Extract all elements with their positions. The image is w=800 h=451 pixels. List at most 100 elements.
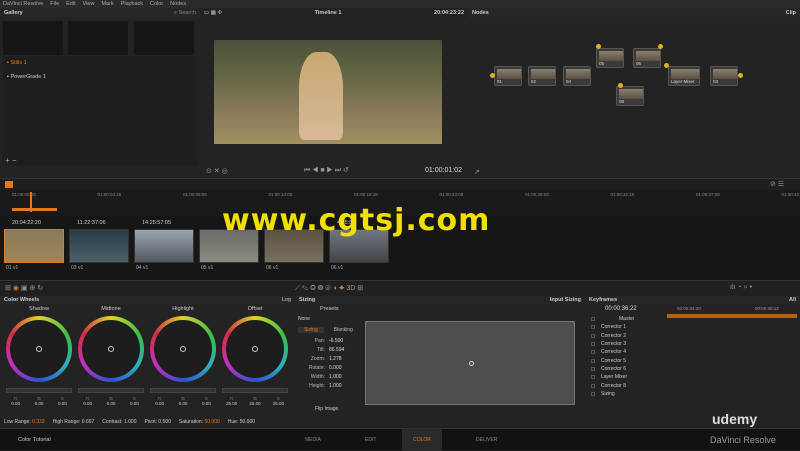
viewer-tools[interactable]: ▭ ▦ ✣ xyxy=(204,10,222,16)
gallery-search[interactable]: ⌕ Search xyxy=(174,10,196,17)
tab-sizing[interactable]: Sizing xyxy=(298,327,324,333)
viewer-mode-icon[interactable]: ⊙ ✕ ◎ xyxy=(206,167,228,175)
wheel-control[interactable] xyxy=(150,316,216,382)
wheel-value-g[interactable]: 0.00 xyxy=(107,401,116,406)
keyframe-toggle-icon[interactable] xyxy=(591,334,595,338)
high-range[interactable]: High Range: 0.667 xyxy=(53,419,95,425)
keyframe-toggle-icon[interactable] xyxy=(591,367,595,371)
gallery-still-slot[interactable] xyxy=(68,21,128,55)
node-08[interactable]: 08 xyxy=(616,86,644,106)
node-tool-icon[interactable]: ↗ xyxy=(474,168,480,176)
keyframe-row[interactable]: Layer Mixer xyxy=(591,373,666,381)
menu-view[interactable]: View xyxy=(83,1,95,7)
node-01[interactable]: 01 xyxy=(494,66,522,86)
clip-thumbnail[interactable]: 20:04:22:2001 v1 xyxy=(4,229,64,263)
page-media[interactable]: MEDIA xyxy=(305,437,321,443)
sizing-field-value[interactable]: 1.278 xyxy=(329,356,342,362)
wheel-center-handle[interactable] xyxy=(108,346,114,352)
keyframe-row[interactable]: Corrector 6 xyxy=(591,365,666,373)
palette-tools-mid[interactable]: ⟋ ✎ ◎ ◍ ⊚ ◑ ✦ 3D ⊞ xyxy=(295,284,363,293)
wheel-slider[interactable] xyxy=(6,388,72,393)
wheel-slider[interactable] xyxy=(222,388,288,393)
sizing-field[interactable]: Height:1.000 xyxy=(295,383,365,392)
node-05[interactable]: 05 xyxy=(596,48,624,68)
saturation[interactable]: Saturation: 50.000 xyxy=(179,419,220,425)
keyframe-toggle-icon[interactable] xyxy=(591,384,595,388)
keyframe-row[interactable]: Master xyxy=(591,315,666,323)
pivot[interactable]: Pivot: 0.500 xyxy=(144,419,170,425)
clip-thumbnail[interactable]: 11:22:37:0603 v1 xyxy=(69,229,129,263)
keyframe-row[interactable]: Corrector 4 xyxy=(591,348,666,356)
keyframe-toggle-icon[interactable] xyxy=(591,375,595,379)
node-06[interactable]: 06 xyxy=(633,48,661,68)
keyframe-toggle-icon[interactable] xyxy=(591,392,595,396)
wheel-value-b[interactable]: 25.00 xyxy=(273,401,284,406)
wheel-slider[interactable] xyxy=(78,388,144,393)
sizing-field[interactable]: Width:1.000 xyxy=(295,374,365,383)
sizing-field[interactable]: Pan:-6.500 xyxy=(295,338,365,347)
keyframe-row[interactable]: Corrector 3 xyxy=(591,340,666,348)
contrast[interactable]: Contrast: 1.000 xyxy=(102,419,136,425)
sizing-center-handle[interactable] xyxy=(469,361,474,366)
hue[interactable]: Hue: 50.000 xyxy=(228,419,255,425)
wheel-value-g[interactable]: 0.00 xyxy=(179,401,188,406)
sizing-field[interactable]: Rotate:0.000 xyxy=(295,365,365,374)
wheel-control[interactable] xyxy=(78,316,144,382)
playhead[interactable] xyxy=(30,192,32,212)
wheel-value-r[interactable]: 0.00 xyxy=(155,401,164,406)
timeline-thumb-toggle-icon[interactable] xyxy=(5,181,13,188)
menu-color[interactable]: Color xyxy=(150,1,163,7)
menu-mark[interactable]: Mark xyxy=(101,1,113,7)
sizing-field-value[interactable]: 1.000 xyxy=(329,383,342,389)
keyframes-filter[interactable]: All xyxy=(789,297,796,303)
palette-tools-right[interactable]: ılı ◔ ⌕ ▾ xyxy=(730,284,752,292)
palette-tools-left[interactable]: ⊞ ◉ ▣ ⊕ ↻ xyxy=(5,284,43,292)
wheel-center-handle[interactable] xyxy=(252,346,258,352)
keyframe-toggle-icon[interactable] xyxy=(591,317,595,321)
wheel-center-handle[interactable] xyxy=(180,346,186,352)
node-02[interactable]: 02 xyxy=(528,66,556,86)
menu-file[interactable]: File xyxy=(50,1,59,7)
wheel-value-r[interactable]: 25.00 xyxy=(226,401,237,406)
page-deliver[interactable]: DELIVER xyxy=(476,437,497,443)
transport-controls[interactable]: ⏮ ◀ ■ ▶ ⏭ ↺ xyxy=(304,166,349,175)
keyframe-row[interactable]: Sizing xyxy=(591,390,666,398)
gallery-still-slot[interactable] xyxy=(134,21,194,55)
sizing-field[interactable]: Zoom:1.278 xyxy=(295,356,365,365)
sizing-field-value[interactable]: -6.500 xyxy=(329,338,343,344)
wheel-value-b[interactable]: 0.00 xyxy=(202,401,211,406)
sizing-field[interactable]: Tilt:86.594 xyxy=(295,347,365,356)
wheel-control[interactable] xyxy=(6,316,72,382)
low-range[interactable]: Low Range: 0.333 xyxy=(4,419,45,425)
timeline-name[interactable]: Timeline 1 xyxy=(315,10,342,16)
timeline-settings-icon[interactable]: ⊘ ☰ xyxy=(770,180,784,188)
wheel-control[interactable] xyxy=(222,316,288,382)
tab-blanking[interactable]: Blanking xyxy=(334,327,353,333)
keyframe-toggle-icon[interactable] xyxy=(591,342,595,346)
keyframe-row[interactable]: Corrector 8 xyxy=(591,381,666,389)
sizing-field-value[interactable]: 1.000 xyxy=(329,374,342,380)
keyframe-row[interactable]: Corrector 1 xyxy=(591,323,666,331)
page-edit[interactable]: EDIT xyxy=(365,437,376,443)
node-03[interactable]: 03 xyxy=(710,66,738,86)
album-powergrade-1[interactable]: ▪ PowerGrade 1 xyxy=(3,70,197,84)
clip-thumbnail[interactable]: 14:25:57:0504 v1 xyxy=(134,229,194,263)
gallery-still-slot[interactable] xyxy=(3,21,63,55)
wheel-value-b[interactable]: 0.00 xyxy=(130,401,139,406)
node-layer-mixer[interactable]: Layer Mixer xyxy=(668,66,700,86)
page-color[interactable]: COLOR xyxy=(402,429,442,451)
keyframe-toggle-icon[interactable] xyxy=(591,350,595,354)
wheel-slider[interactable] xyxy=(150,388,216,393)
sizing-preview[interactable] xyxy=(365,321,575,405)
nodes-clip-mode[interactable]: Clip xyxy=(786,10,796,16)
wheel-value-g[interactable]: 0.00 xyxy=(35,401,44,406)
node-04[interactable]: 04 xyxy=(563,66,591,86)
wheel-center-handle[interactable] xyxy=(36,346,42,352)
menu-playback[interactable]: Playback xyxy=(121,1,143,7)
wheel-value-r[interactable]: 0.00 xyxy=(11,401,20,406)
keyframe-row[interactable]: Corrector 2 xyxy=(591,332,666,340)
keyframe-row[interactable]: Corrector 5 xyxy=(591,356,666,364)
album-stills-1[interactable]: ▪ Stills 1 xyxy=(3,56,197,70)
wheels-mode-select[interactable]: Log xyxy=(282,297,291,303)
preset-select[interactable]: None xyxy=(298,316,310,322)
